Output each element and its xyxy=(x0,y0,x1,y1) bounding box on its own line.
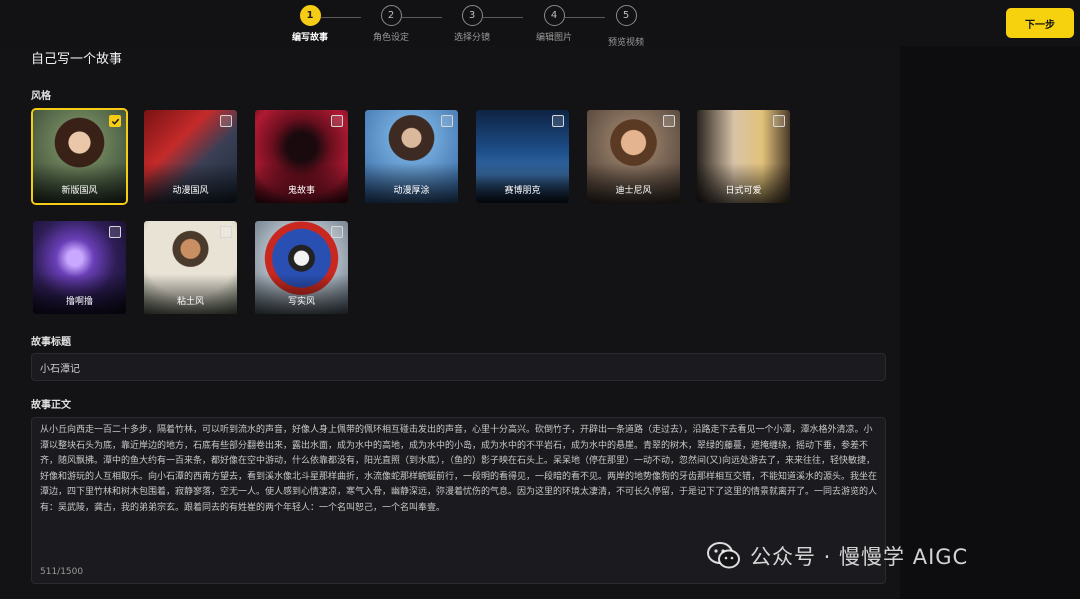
step-label: 编辑图片 xyxy=(535,33,572,43)
checkbox-icon xyxy=(220,115,232,127)
page-title: 自己写一个故事 xyxy=(31,52,123,67)
step-label: 编写故事 xyxy=(291,33,328,43)
step-3[interactable]: 3 选择分镜 xyxy=(442,5,502,43)
story-title-input[interactable] xyxy=(31,353,886,381)
style-label: 新版国风 xyxy=(61,186,98,196)
step-number: 5 xyxy=(615,5,637,26)
step-number: 1 xyxy=(299,5,321,26)
style-label: 撸啊撸 xyxy=(65,297,93,307)
step-label: 选择分镜 xyxy=(453,33,490,43)
step-1[interactable]: 1 编写故事 xyxy=(280,5,340,43)
step-connector xyxy=(321,17,361,18)
style-card-luaelu[interactable]: 撸啊撸 xyxy=(31,219,128,316)
style-card-dongman-guofeng[interactable]: 动漫国风 xyxy=(142,108,239,205)
check-icon xyxy=(111,118,120,125)
step-number: 3 xyxy=(461,5,483,26)
style-section-label: 风格 xyxy=(31,91,51,102)
checkbox-icon xyxy=(552,115,564,127)
style-card-dongman-houtu[interactable]: 动漫厚涂 xyxy=(363,108,460,205)
checkbox-icon xyxy=(773,115,785,127)
style-label: 动漫厚涂 xyxy=(393,186,430,196)
style-label: 赛博朋克 xyxy=(504,186,541,196)
story-body-text[interactable]: 从小丘向西走一百二十多步，隔着竹林，可以听到流水的声音，好像人身上佩带的佩环相互… xyxy=(40,423,880,516)
step-number: 4 xyxy=(543,5,565,26)
step-5[interactable]: 5 预览视频 xyxy=(596,5,656,48)
style-label: 日式可爱 xyxy=(725,186,762,196)
side-panel xyxy=(900,46,1080,599)
style-card-rishi-keai[interactable]: 日式可爱 xyxy=(695,108,792,205)
char-counter: 511/1500 xyxy=(40,567,84,577)
watermark-text: 公众号 · 慢慢学 AIGC xyxy=(750,545,969,569)
step-connector xyxy=(402,17,442,18)
step-connector xyxy=(483,17,523,18)
checkbox-icon xyxy=(331,226,343,238)
top-bar: 1 编写故事 2 角色设定 3 选择分镜 4 编辑图片 5 预览视频 下一步 xyxy=(0,0,1080,48)
style-label: 鬼故事 xyxy=(287,186,315,196)
checkbox-icon xyxy=(441,115,453,127)
style-label: 粘土风 xyxy=(176,297,204,307)
style-card-gui-gushi[interactable]: 鬼故事 xyxy=(253,108,350,205)
checkbox-icon xyxy=(109,226,121,238)
style-label: 动漫国风 xyxy=(172,186,209,196)
style-card-saibo-pengke[interactable]: 赛博朋克 xyxy=(474,108,571,205)
checkbox-icon xyxy=(331,115,343,127)
style-label: 迪士尼风 xyxy=(615,186,652,196)
next-step-button[interactable]: 下一步 xyxy=(1006,8,1074,38)
style-label: 写实风 xyxy=(287,297,315,307)
step-2[interactable]: 2 角色设定 xyxy=(361,5,421,43)
checkbox-icon xyxy=(220,226,232,238)
style-card-niantu-feng[interactable]: 粘土风 xyxy=(142,219,239,316)
style-card-xieshi-feng[interactable]: 写实风 xyxy=(253,219,350,316)
step-indicator: 1 编写故事 2 角色设定 3 选择分镜 4 编辑图片 5 预览视频 xyxy=(280,5,660,48)
checkbox-icon xyxy=(663,115,675,127)
style-card-dishini-feng[interactable]: 迪士尼风 xyxy=(585,108,682,205)
story-body-label: 故事正文 xyxy=(31,400,71,411)
wechat-icon xyxy=(707,542,740,569)
style-card-xinban-guofeng[interactable]: 新版国风 xyxy=(31,108,128,205)
step-number: 2 xyxy=(380,5,402,26)
step-label: 角色设定 xyxy=(372,33,409,43)
watermark: 公众号 · 慢慢学 AIGC xyxy=(706,539,968,573)
story-title-label: 故事标题 xyxy=(31,337,71,348)
checkbox-icon xyxy=(109,115,121,127)
step-4[interactable]: 4 编辑图片 xyxy=(524,5,584,43)
